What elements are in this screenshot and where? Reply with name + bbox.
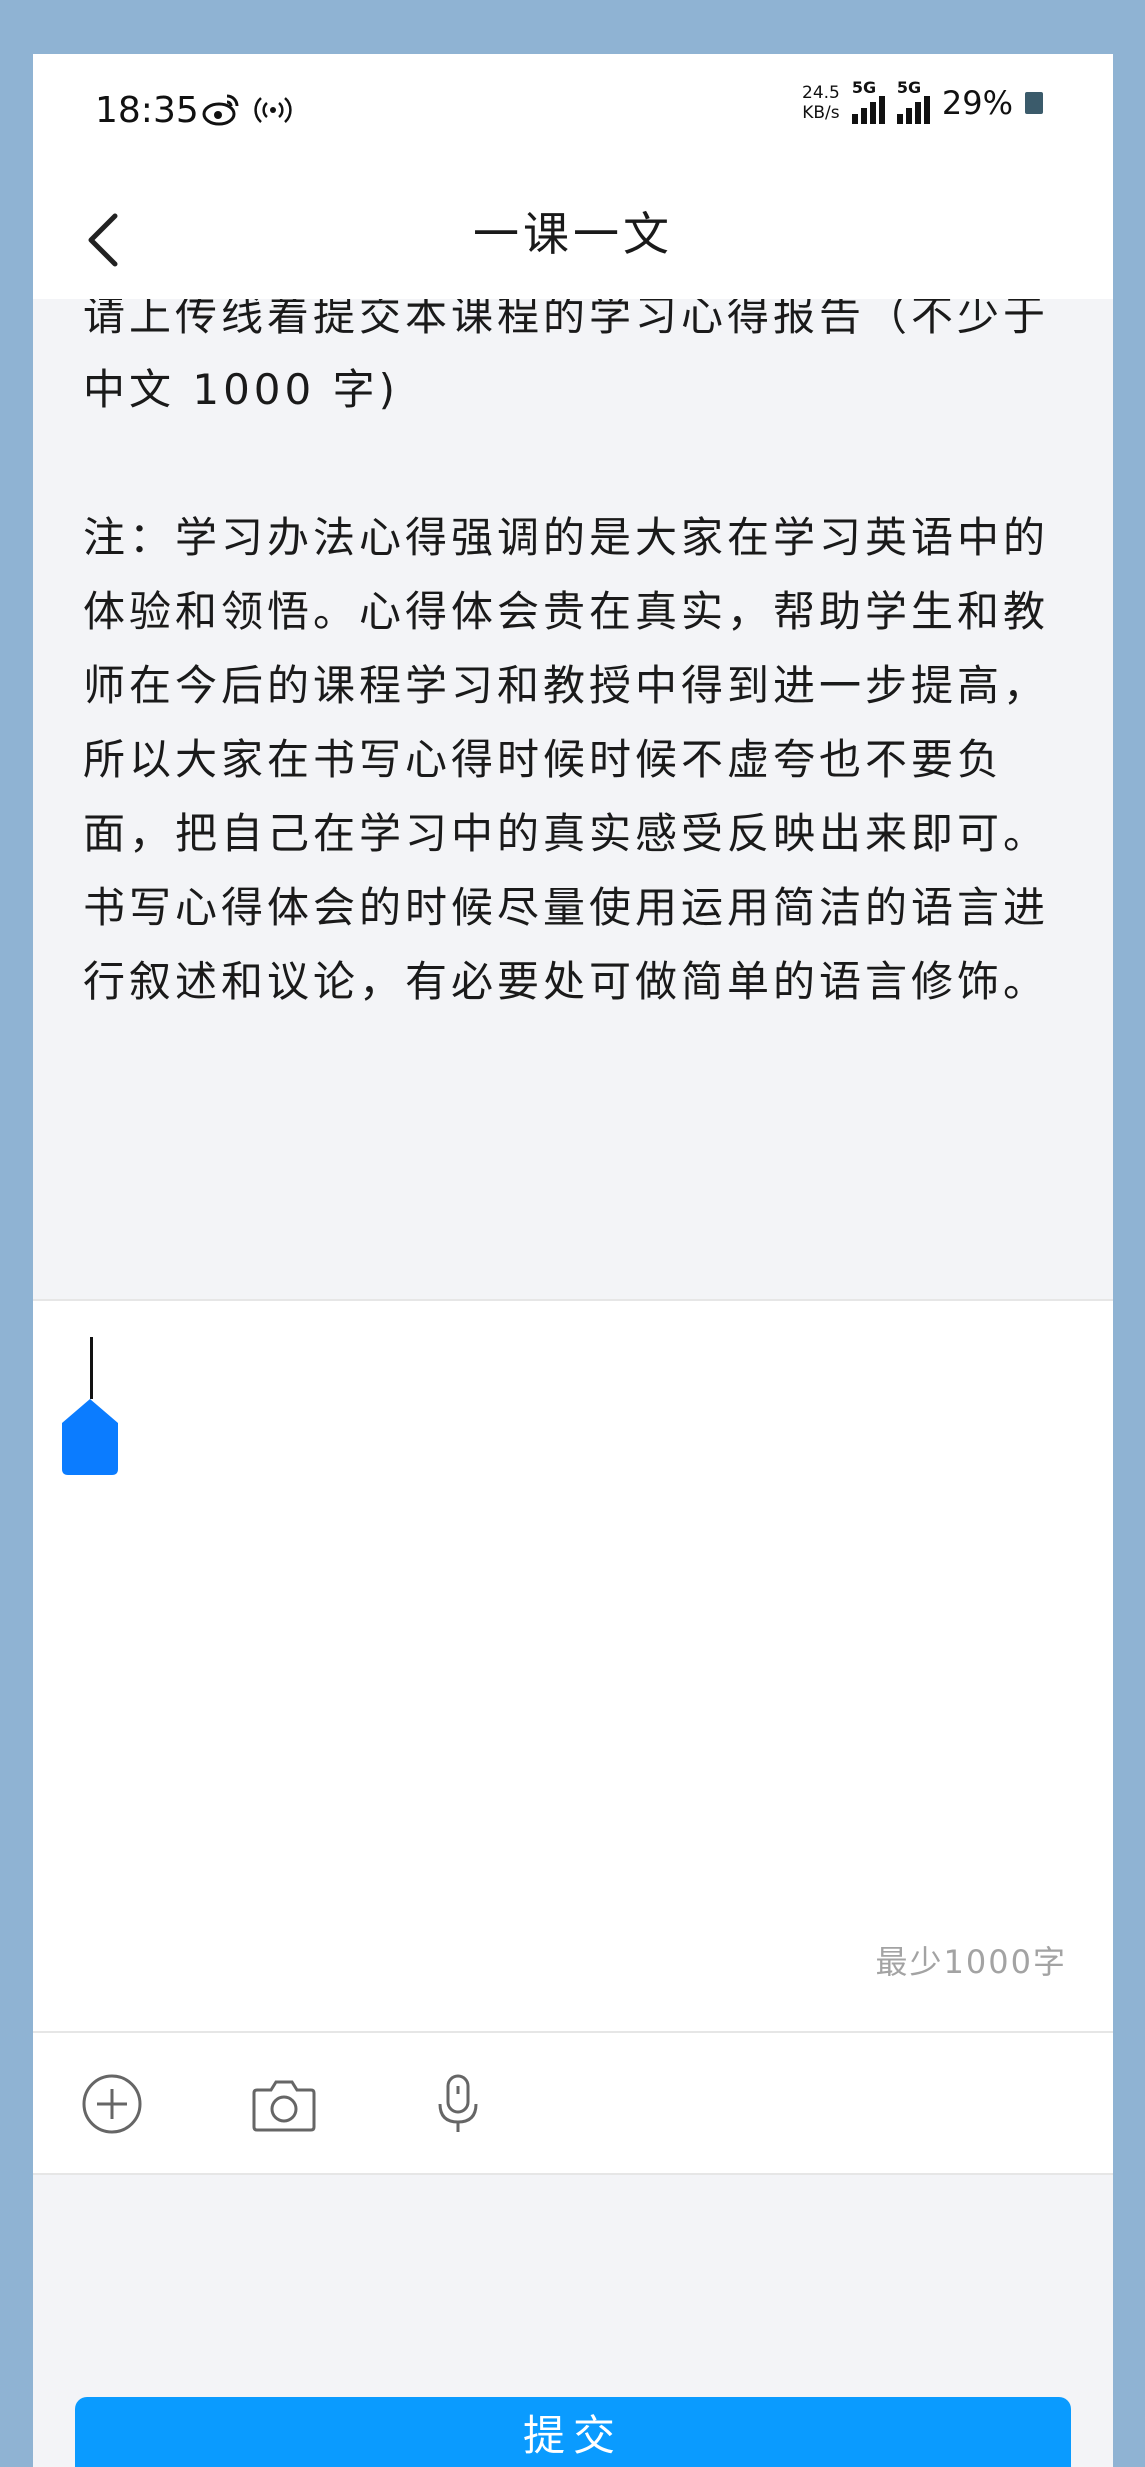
bottom-bar: 提交 xyxy=(33,2175,1113,2467)
prompt-note: 注：学习办法心得强调的是大家在学习英语中的体验和领悟。心得体会贵在真实，帮助学生… xyxy=(83,513,1050,1006)
signal2-label: 5G xyxy=(896,78,922,97)
voice-input-button[interactable] xyxy=(423,2069,493,2139)
prompt-text-container: 请上传线着提交本课程的学习心得报告（不少于中文 1000 字) 注：学习办法心得… xyxy=(83,299,1063,1019)
net-speed-value: 24.5 xyxy=(802,83,840,103)
prompt-requirement: 请上传线着提交本课程的学习心得报告（不少于中文 1000 字) xyxy=(83,299,1050,414)
cursor-handle-icon[interactable] xyxy=(60,1397,120,1477)
chevron-left-icon xyxy=(88,213,118,267)
plus-circle-icon xyxy=(82,2074,142,2134)
back-button[interactable] xyxy=(73,210,133,270)
hotspot-icon xyxy=(254,97,292,123)
status-right-group: 24.5 KB/s 5G 5G 29% xyxy=(802,78,1043,124)
attachment-toolbar xyxy=(33,2033,1113,2173)
status-bar: 18:35 24.5 KB/s 5G 5G 29% xyxy=(33,54,1113,174)
battery-percent: 29% xyxy=(941,84,1013,122)
page-title: 一课一文 xyxy=(473,207,673,261)
net-speed: 24.5 KB/s xyxy=(802,83,840,123)
microphone-icon xyxy=(438,2074,478,2132)
min-word-hint: 最少1000字 xyxy=(875,1943,1067,1981)
signal1-label: 5G xyxy=(851,78,877,97)
assignment-prompt: 请上传线着提交本课程的学习心得报告（不少于中文 1000 字) 注：学习办法心得… xyxy=(33,299,1113,1299)
signal-5g-1-icon: 5G xyxy=(851,78,885,124)
camera-icon xyxy=(252,2080,316,2132)
weibo-icon xyxy=(202,94,239,126)
camera-button[interactable] xyxy=(249,2069,319,2139)
status-notification-icons xyxy=(201,92,293,128)
phone-screen: 18:35 24.5 KB/s 5G 5G 29% 一课一文 请上传线着提交本课… xyxy=(33,54,1113,2467)
app-header: 一课一文 xyxy=(33,174,1113,299)
text-cursor xyxy=(90,1337,93,1399)
add-attachment-button[interactable] xyxy=(77,2069,147,2139)
answer-textarea[interactable]: 最少1000字 xyxy=(33,1301,1113,2031)
status-time: 18:35 xyxy=(95,90,199,131)
submit-button[interactable]: 提交 xyxy=(75,2397,1071,2467)
signal-5g-2-icon: 5G xyxy=(896,78,930,124)
net-speed-unit: KB/s xyxy=(802,103,840,123)
battery-icon xyxy=(1025,92,1043,114)
